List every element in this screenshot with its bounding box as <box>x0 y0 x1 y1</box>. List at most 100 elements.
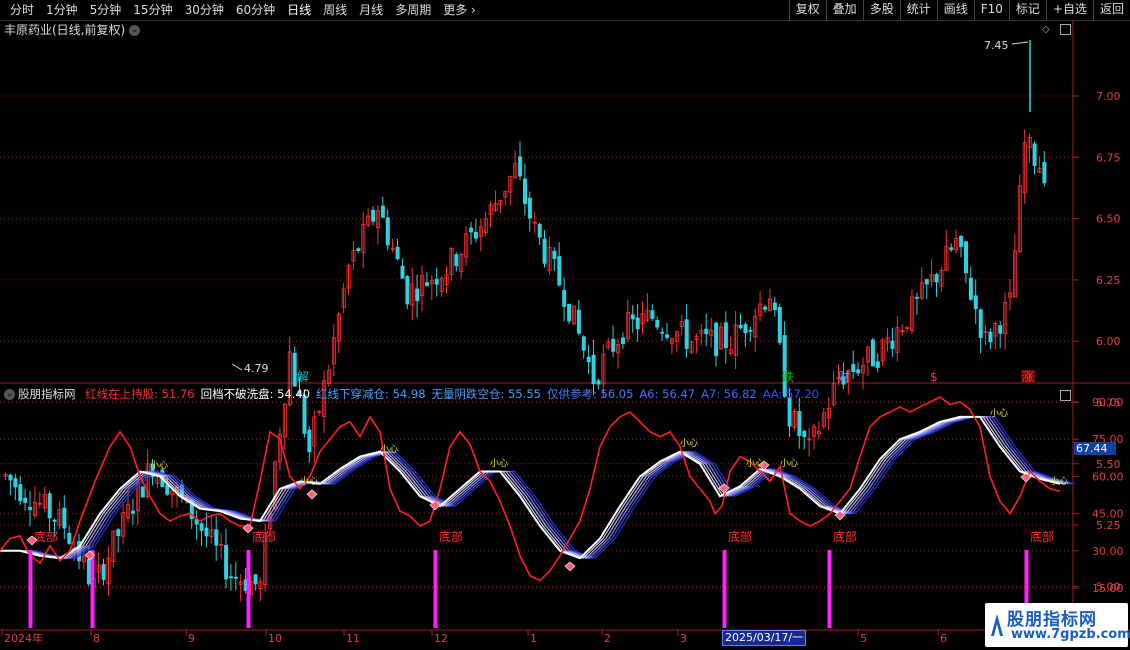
date-label: 6 <box>940 632 947 645</box>
indicator-tick-label: 30.00 <box>1092 545 1124 558</box>
bottom-label: 底部 <box>34 529 58 544</box>
price-tick-label: 5.50 <box>1096 458 1121 471</box>
candle-body <box>797 411 802 437</box>
candle-body <box>18 484 23 502</box>
candle-body <box>934 274 939 283</box>
candle-body <box>28 506 33 511</box>
date-label: 1 <box>530 632 537 645</box>
candle-body <box>630 314 635 320</box>
watermark: 股朋指标网 www.7gpzb.com <box>985 603 1130 647</box>
diamond-signal-icon <box>306 489 318 500</box>
price-tick-label: 6.00 <box>1096 335 1121 348</box>
price-tick-label: 6.25 <box>1096 274 1121 287</box>
candle-body <box>567 303 572 322</box>
candle-body <box>611 338 616 352</box>
indicator-title-bar: ⌄ 股朋指标网 红线在上持股: 51.76 回档不破洗盘: 54.40 红线下穿减仓:… <box>4 387 819 401</box>
candle-body <box>424 282 429 286</box>
candle-body <box>777 307 782 343</box>
candle-body <box>199 523 204 531</box>
candle-body <box>130 510 135 514</box>
date-label: 10 <box>268 632 282 645</box>
caution-label: 小心 <box>380 444 398 455</box>
candle-body <box>224 544 229 580</box>
candle-body <box>23 497 28 503</box>
indicator-ribbon-line <box>0 415 1061 560</box>
candle-body <box>586 356 591 363</box>
candle-body <box>214 529 219 546</box>
caution-label: 小心 <box>300 476 318 487</box>
candle-body <box>660 331 665 334</box>
indicator-red-line <box>0 396 1061 582</box>
candle-body <box>562 289 567 307</box>
candle-body <box>518 156 523 177</box>
candle-body <box>875 361 880 368</box>
candle-body <box>978 309 983 338</box>
candle-body <box>101 564 106 580</box>
event-marker-0: 解 <box>297 370 309 384</box>
candle-body <box>665 334 670 338</box>
candle-body <box>704 328 709 335</box>
chart-canvas[interactable]: 7.006.756.506.256.005.755.505.255.0090.0… <box>0 0 1130 650</box>
candle-body <box>723 322 728 349</box>
bottom-signal-bar <box>90 550 95 628</box>
price-tick-label: 5.25 <box>1096 519 1121 532</box>
crosshair-date: 2025/03/17/一 <box>722 630 807 646</box>
caution-label: 小心 <box>746 458 764 469</box>
candle-body <box>552 250 557 259</box>
bottom-label: 底部 <box>728 529 752 544</box>
date-label: 8 <box>93 632 100 645</box>
candle-body <box>356 248 361 252</box>
candle-body <box>988 331 993 343</box>
candle-body <box>591 354 596 385</box>
bottom-label: 底部 <box>439 529 463 544</box>
indicator-tick-label: 60.00 <box>1092 470 1124 483</box>
diamond-signal-icon <box>564 561 576 572</box>
caution-label: 小心 <box>490 458 508 469</box>
candle-body <box>576 309 581 334</box>
candle-body <box>870 339 875 367</box>
candle-body <box>655 320 660 328</box>
high-price-label: 7.45 <box>984 39 1009 52</box>
low-price-label: 4.79 <box>244 362 269 375</box>
bottom-label: 底部 <box>252 529 276 544</box>
candle-body <box>748 329 753 332</box>
candle-body <box>743 324 748 334</box>
candle-body <box>1042 162 1047 184</box>
candle-body <box>86 559 91 585</box>
candle-body <box>13 478 18 488</box>
indicator-legend-2: 红线下穿减仓: 54.98 <box>316 387 426 401</box>
candle-body <box>557 256 562 286</box>
candle-body <box>140 486 145 498</box>
candle-body <box>228 576 233 579</box>
indicator-tick-label: 90.00 <box>1092 396 1124 409</box>
date-label: 9 <box>188 632 195 645</box>
event-marker-2: 财 <box>838 370 850 384</box>
caution-label: 小心 <box>150 460 168 471</box>
indicator-name: 股朋指标网 <box>18 387 76 401</box>
indicator-current-value: 67.44 <box>1074 442 1116 455</box>
candle-body <box>596 380 601 385</box>
candle-body <box>635 317 640 330</box>
date-label: 11 <box>346 632 360 645</box>
indicator-legend-1: 回档不破洗盘: 54.40 <box>200 387 311 401</box>
price-tick-label: 7.00 <box>1096 90 1121 103</box>
candle-body <box>973 295 978 310</box>
chevron-down-icon[interactable]: ⌄ <box>4 389 15 400</box>
candle-body <box>621 337 626 344</box>
candle-body <box>915 296 920 299</box>
candle-body <box>165 484 170 495</box>
high-arrow <box>1011 41 1029 45</box>
candle-body <box>537 224 542 238</box>
bottom-signal-bar <box>827 550 832 628</box>
candle-body <box>856 369 861 374</box>
candle-body <box>851 364 856 373</box>
candle-body <box>924 279 929 285</box>
watermark-url: www.7gpzb.com <box>1011 627 1130 642</box>
candle-body <box>395 246 400 260</box>
candle-body <box>684 319 689 349</box>
price-tick-label: 6.50 <box>1096 213 1121 226</box>
watermark-logo-icon <box>991 614 1003 636</box>
candle-body <box>253 574 258 585</box>
indicator-legend-6: A7: 56.82 <box>701 387 757 401</box>
candle-body <box>52 519 57 522</box>
